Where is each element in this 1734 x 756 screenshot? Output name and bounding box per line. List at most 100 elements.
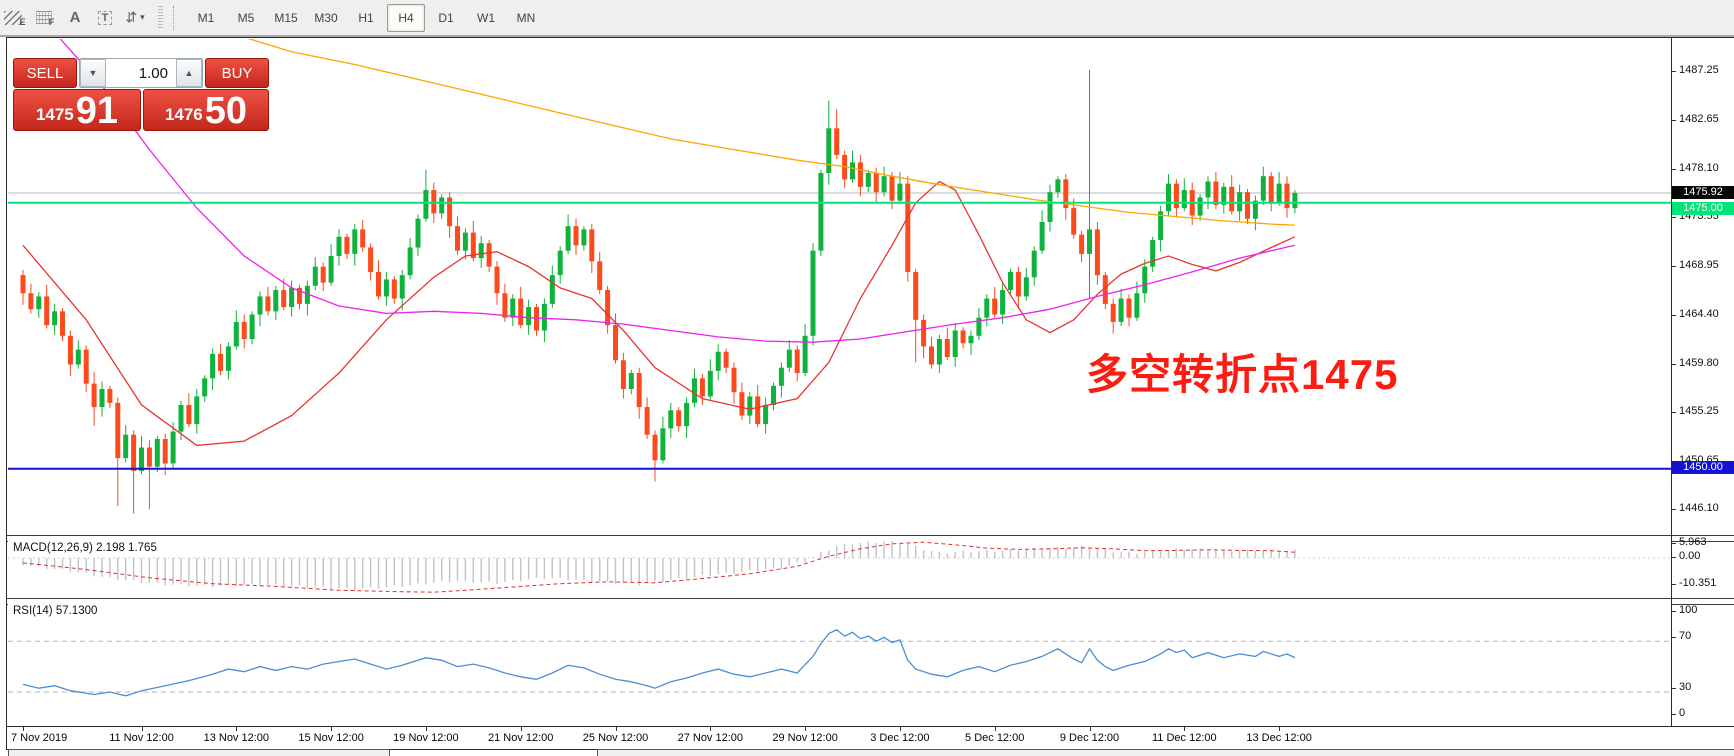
candle-up xyxy=(289,288,294,307)
candle-up xyxy=(384,279,389,296)
candle-up xyxy=(123,435,128,458)
candle-up xyxy=(479,243,484,258)
price-axis-label-tick xyxy=(1672,217,1676,218)
candle-up xyxy=(581,229,586,245)
candle-down xyxy=(1245,192,1250,219)
timeframe-button-w1[interactable]: W1 xyxy=(467,4,505,32)
candle-down xyxy=(455,226,460,250)
buy-price-display[interactable]: 1476 50 xyxy=(143,89,269,131)
time-axis-tick xyxy=(710,727,711,731)
candle-up xyxy=(171,432,176,464)
rsi-axis-label-tick xyxy=(1672,688,1676,689)
candle-up xyxy=(408,247,413,275)
candle-up xyxy=(897,184,902,201)
candle-up xyxy=(882,176,887,192)
candle-down xyxy=(115,403,120,458)
time-axis-tick xyxy=(23,727,24,731)
candle-down xyxy=(1285,184,1290,208)
toolbar: E F A T ⇵ ▾ M1M5M15M30H1H4D1W1MN xyxy=(0,0,1734,37)
candle-up xyxy=(1032,251,1037,278)
toolbar-grip xyxy=(158,6,163,30)
sell-price-display[interactable]: 1475 91 xyxy=(13,89,141,131)
time-axis-label: 25 Nov 12:00 xyxy=(583,732,648,744)
candle-down xyxy=(1229,187,1234,211)
time-axis-tick xyxy=(995,727,996,731)
candle-up xyxy=(463,233,468,251)
price-axis-label-tick xyxy=(1672,461,1676,462)
candle-up xyxy=(550,275,555,304)
text-box-icon[interactable]: T xyxy=(91,4,119,32)
price-axis-label-tick xyxy=(1672,509,1676,510)
price-axis-label: 1482.65 xyxy=(1679,113,1719,125)
dropdown-caret-icon[interactable]: ▾ xyxy=(140,12,145,23)
price-axis-label: 1487.25 xyxy=(1679,64,1719,76)
background-window-top-1[interactable] xyxy=(8,749,390,756)
price-badge-1475.92: 1475.92 xyxy=(1672,186,1734,199)
candle-up xyxy=(202,378,207,396)
timeframe-button-mn[interactable]: MN xyxy=(507,4,545,32)
price-axis-separator xyxy=(1671,38,1672,726)
candle-down xyxy=(1071,208,1076,235)
time-axis-label: 21 Nov 12:00 xyxy=(488,732,553,744)
candle-down xyxy=(60,311,65,335)
candle-down xyxy=(961,330,966,343)
candle-down xyxy=(1111,304,1116,322)
candle-up xyxy=(566,226,571,250)
volume-stepper: ▼ 1.00 ▲ xyxy=(79,58,203,88)
candle-up xyxy=(684,403,689,426)
candle-down xyxy=(495,267,500,294)
price-axis-label: 1450.65 xyxy=(1679,454,1719,466)
candle-down xyxy=(265,296,270,311)
candle-down xyxy=(431,190,436,213)
candle-down xyxy=(795,350,800,373)
volume-input[interactable]: 1.00 xyxy=(106,59,176,87)
candle-up xyxy=(969,336,974,343)
candle-up xyxy=(439,197,444,213)
candle-up xyxy=(76,350,81,365)
time-axis-label: 13 Nov 12:00 xyxy=(204,732,269,744)
macd-panel-plot[interactable] xyxy=(8,541,1671,598)
buy-price-small: 1476 xyxy=(165,105,203,125)
letter-a-glyph: A xyxy=(70,9,81,26)
rsi-label: RSI(14) 57.1300 xyxy=(13,605,97,617)
grid-f-icon[interactable]: F xyxy=(31,4,59,32)
cycle-arrows-icon[interactable]: ⇵ ▾ xyxy=(121,4,149,32)
candle-down xyxy=(700,378,705,396)
candle-down xyxy=(874,173,879,192)
candle-up xyxy=(52,311,57,325)
text-label-icon[interactable]: A xyxy=(61,4,89,32)
candle-down xyxy=(732,368,737,392)
timeframe-button-m15[interactable]: M15 xyxy=(267,4,305,32)
sell-button[interactable]: SELL xyxy=(13,58,77,88)
candle-down xyxy=(487,243,492,266)
volume-decrease-button[interactable]: ▼ xyxy=(80,59,106,87)
hatch-lines-e-icon[interactable]: E xyxy=(1,4,29,32)
time-axis-label: 9 Dec 12:00 xyxy=(1060,732,1119,744)
buy-price-big: 50 xyxy=(205,93,247,129)
volume-increase-button[interactable]: ▲ xyxy=(176,59,202,87)
timeframe-button-m1[interactable]: M1 xyxy=(187,4,225,32)
candle-up xyxy=(1119,299,1124,322)
timeframe-button-h4[interactable]: H4 xyxy=(387,4,425,32)
candle-down xyxy=(1095,229,1100,275)
timeframe-button-m30[interactable]: M30 xyxy=(307,4,345,32)
rsi-panel-plot[interactable] xyxy=(8,604,1671,726)
buy-button[interactable]: BUY xyxy=(205,58,269,88)
candle-down xyxy=(218,354,223,371)
candle-up xyxy=(984,299,989,318)
candle-up xyxy=(1198,197,1203,215)
candle-down xyxy=(645,407,650,435)
price-badge-1450.00: 1450.00 xyxy=(1672,461,1734,474)
rsi-line xyxy=(23,630,1295,696)
candle-down xyxy=(653,435,658,461)
timeframe-button-m5[interactable]: M5 xyxy=(227,4,265,32)
time-axis-tick xyxy=(616,727,617,731)
timeframe-group: M1M5M15M30H1H4D1W1MN xyxy=(186,4,546,32)
time-axis-tick xyxy=(1279,727,1280,731)
time-axis[interactable]: 7 Nov 201911 Nov 12:0013 Nov 12:0015 Nov… xyxy=(7,726,1734,749)
timeframe-button-h1[interactable]: H1 xyxy=(347,4,385,32)
timeframe-button-d1[interactable]: D1 xyxy=(427,4,465,32)
candle-up xyxy=(1024,277,1029,296)
price-axis-label: 1478.10 xyxy=(1679,162,1719,174)
background-window-top-2[interactable] xyxy=(597,749,1734,756)
